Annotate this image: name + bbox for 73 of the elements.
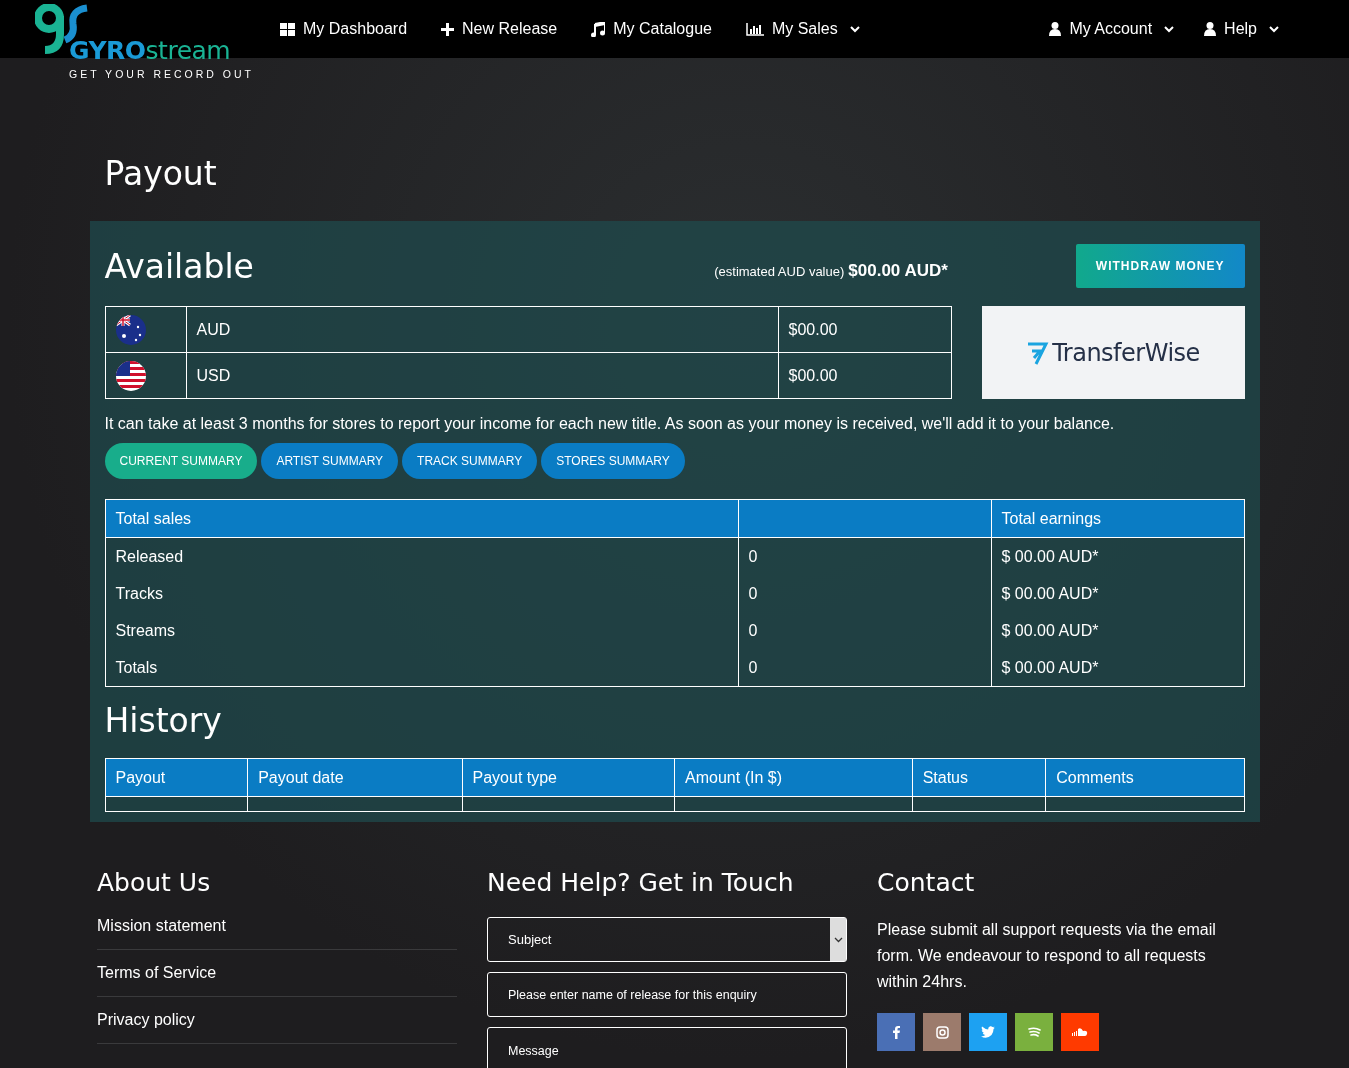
table-cell: 0 <box>738 612 991 649</box>
column-header: Total earnings <box>991 499 1244 538</box>
column-header: Total sales <box>105 499 738 538</box>
currency-amount: $00.00 <box>778 352 951 399</box>
contact-text: Please submit all support requests via the email form. We endeavour to respond to all requests within 24hrs. <box>877 920 1217 992</box>
facebook-icon <box>892 1025 900 1039</box>
summary-tab[interactable]: ARTIST SUMMARY <box>261 443 399 479</box>
table-cell: Released <box>105 537 738 575</box>
table-cell: 0 <box>738 575 991 612</box>
grid-icon <box>280 22 295 36</box>
nav-link[interactable]: Help <box>1204 20 1279 38</box>
column-header: Comments <box>1045 758 1244 797</box>
currency-code: USD <box>186 352 778 399</box>
footer-heading: Need Help? Get in Touch <box>487 868 795 897</box>
table-cell: $ 00.00 AUD* <box>991 612 1244 649</box>
release-name-field[interactable]: Please enter name of release for this enquiry <box>487 972 847 1017</box>
section-title: History <box>104 701 223 740</box>
us-flag-icon <box>115 360 146 391</box>
gyrostream-logo[interactable]: GYROstream GET YOUR RECORD OUT <box>35 4 260 84</box>
plus-icon <box>441 22 455 36</box>
twitter-button[interactable] <box>969 1013 1007 1051</box>
table-cell: $ 00.00 AUD* <box>991 537 1244 575</box>
currency-amount: $00.00 <box>778 306 951 353</box>
user-icon <box>1049 22 1062 36</box>
table-cell: Totals <box>105 649 738 687</box>
footer-heading: About Us <box>97 868 212 897</box>
table-cell: $ 00.00 AUD* <box>991 649 1244 687</box>
withdraw-money-button[interactable]: WITHDRAW MONEY <box>1075 244 1245 288</box>
table-cell: $ 00.00 AUD* <box>991 575 1244 612</box>
estimate-value: $00.00 AUD* <box>848 261 948 281</box>
facebook-button[interactable] <box>877 1013 915 1051</box>
nav-link[interactable]: New Release <box>441 20 562 38</box>
user-icon <box>1204 22 1217 36</box>
income-note: It can take at least 3 months for stores to report your income for each new title. As soon as your money is received, we'll add it to your balance. <box>104 415 1116 433</box>
column-header: Payout <box>105 758 248 797</box>
column-header: Payout date <box>247 758 462 797</box>
music-note-icon <box>591 21 606 37</box>
spotify-button[interactable] <box>1015 1013 1053 1051</box>
summary-tab[interactable]: STORES SUMMARY <box>541 443 685 479</box>
bar-chart-icon <box>745 22 764 36</box>
tagline: GET YOUR RECORD OUT <box>69 68 254 80</box>
nav-link[interactable]: My Catalogue <box>591 20 716 38</box>
footer-link[interactable]: Mission statement <box>97 917 457 950</box>
twitter-icon <box>981 1026 995 1038</box>
table-cell: Streams <box>105 612 738 649</box>
subject-select[interactable]: Subject <box>487 917 847 962</box>
chevron-down-icon <box>833 936 843 943</box>
instagram-button[interactable] <box>923 1013 961 1051</box>
table-cell: 0 <box>738 649 991 687</box>
instagram-icon <box>935 1025 949 1039</box>
soundcloud-icon <box>1072 1028 1088 1036</box>
footer-link[interactable]: Terms of Service <box>97 964 457 997</box>
transferwise-logo: TransferWise <box>981 306 1245 399</box>
page-title: Payout <box>104 154 218 193</box>
nav-link[interactable]: My Account <box>1049 20 1175 38</box>
soundcloud-button[interactable] <box>1061 1013 1099 1051</box>
column-header: Payout type <box>462 758 675 797</box>
nav-link[interactable]: My Dashboard <box>280 20 412 38</box>
currency-code: AUD <box>186 306 778 353</box>
estimate-label: (estimated AUD value) <box>714 264 845 279</box>
brand-name: GYROstream <box>69 36 231 65</box>
table-cell: Tracks <box>105 575 738 612</box>
summary-tab[interactable]: TRACK SUMMARY <box>402 443 538 479</box>
message-field[interactable]: Message <box>487 1027 847 1068</box>
table-cell: 0 <box>738 537 991 575</box>
spotify-icon <box>1027 1027 1041 1037</box>
nav-link[interactable]: My Sales <box>745 20 860 38</box>
column-header: Amount (In $) <box>674 758 913 797</box>
footer-heading: Contact <box>877 868 976 897</box>
section-title: Available <box>104 246 254 286</box>
australia-flag-icon <box>115 314 146 345</box>
footer-link[interactable]: Privacy policy <box>97 1011 457 1044</box>
column-header: Status <box>912 758 1046 797</box>
